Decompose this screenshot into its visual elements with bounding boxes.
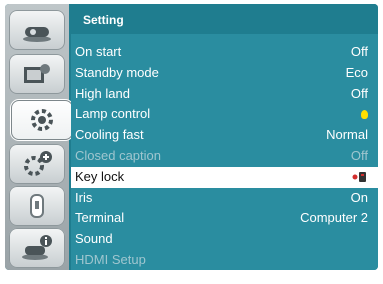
menu-row-cooling-fast[interactable]: Cooling fast Normal — [71, 125, 378, 146]
menu-row-on-start[interactable]: On start Off — [71, 42, 378, 63]
row-value: Off — [350, 85, 368, 101]
row-label: HDMI Setup — [75, 251, 146, 267]
menu-row-standby-mode[interactable]: Standby mode Eco — [71, 63, 378, 84]
setting-gear-icon — [31, 109, 53, 131]
row-value: Off — [350, 147, 368, 163]
row-value: Normal — [326, 127, 368, 143]
menu-row-key-lock[interactable]: Key lock — [71, 166, 378, 188]
menu-window: Setting On start Off Standby mode Eco High l… — [5, 4, 378, 270]
display-icon — [23, 27, 51, 42]
sidebar — [5, 4, 73, 270]
row-label: Cooling fast — [75, 127, 144, 143]
row-value: Computer 2 — [300, 210, 368, 226]
sidebar-item-setting[interactable] — [11, 100, 73, 140]
sidebar-item-info[interactable] — [9, 228, 65, 268]
menu-row-closed-caption[interactable]: Closed caption Off — [71, 146, 378, 167]
settings-panel: Setting On start Off Standby mode Eco High l… — [71, 4, 378, 270]
row-label: On start — [75, 44, 122, 59]
row-label: Terminal — [75, 210, 125, 226]
row-label: Sound — [75, 231, 113, 247]
row-label: Lamp control — [75, 106, 151, 122]
row-label: Iris — [75, 189, 93, 205]
row-label: High land — [75, 85, 130, 101]
usb-memory-icon — [30, 194, 44, 218]
info-icon — [22, 235, 52, 260]
row-value: Off — [350, 44, 368, 59]
settings-list: On start Off Standby mode Eco High land Off La… — [71, 42, 378, 270]
menu-row-hdmi-setup[interactable]: HDMI Setup — [71, 250, 378, 270]
sidebar-item-image[interactable] — [9, 54, 65, 94]
row-value: Eco — [345, 64, 368, 80]
sidebar-item-expanded[interactable] — [9, 144, 65, 184]
sidebar-item-display[interactable] — [9, 10, 65, 50]
menu-row-terminal[interactable]: Terminal Computer 2 — [71, 208, 378, 229]
sidebar-item-memory[interactable] — [9, 186, 65, 226]
menu-row-sound[interactable]: Sound — [71, 229, 378, 250]
row-label: Closed caption — [75, 147, 161, 163]
row-value: On — [350, 189, 368, 205]
menu-row-high-land[interactable]: High land Off — [71, 84, 378, 105]
menu-row-lamp-control[interactable]: Lamp control — [71, 104, 378, 125]
expanded-gear-plus-icon — [24, 151, 52, 176]
menu-row-iris[interactable]: Iris On — [71, 188, 378, 209]
row-label: Key lock — [75, 168, 125, 184]
row-label: Standby mode — [75, 64, 159, 80]
menu-title: Setting — [83, 13, 124, 27]
key-lock-remote-icon — [352, 167, 368, 188]
image-adjust-icon — [24, 64, 50, 83]
lamp-bulb-icon — [361, 104, 368, 125]
